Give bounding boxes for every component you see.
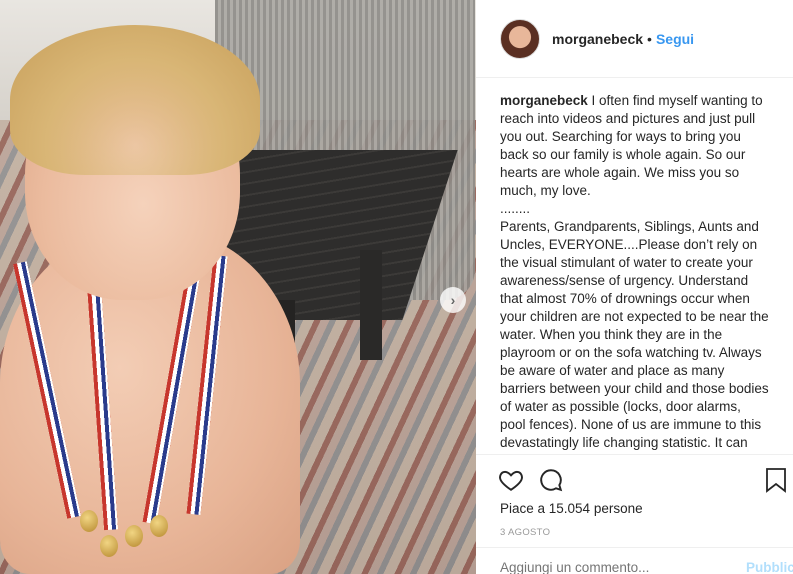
heart-icon[interactable] [498, 467, 526, 495]
photo-medal [125, 525, 143, 547]
next-photo-button[interactable]: › [440, 287, 466, 313]
comment-bar: Pubblica [476, 547, 793, 574]
chevron-right-icon: › [450, 292, 456, 308]
caption-text: I often find myself wanting to reach int… [500, 93, 769, 454]
separator-dot: • [647, 30, 652, 47]
likes-count[interactable]: Piace a 15.054 persone [500, 501, 643, 516]
photo-child-hair [10, 25, 260, 175]
comment-input[interactable] [500, 560, 720, 574]
post-photo: › [0, 0, 476, 574]
action-icons [498, 467, 788, 495]
avatar[interactable] [500, 18, 540, 59]
publish-button[interactable]: Pubblica [746, 560, 793, 574]
follow-button[interactable]: Segui [656, 31, 694, 47]
photo-medal [100, 535, 118, 557]
caption-username[interactable]: morganebeck [500, 93, 588, 108]
post-side-panel: morganebeck • Segui morganebeck I often … [476, 0, 793, 574]
photo-medal [80, 510, 98, 532]
bookmark-icon[interactable] [764, 467, 792, 495]
comment-icon[interactable] [538, 467, 566, 495]
post-actions: Piace a 15.054 persone 3 AGOSTO Pubblica [476, 454, 793, 574]
post-username[interactable]: morganebeck [552, 31, 643, 47]
photo-medal [150, 515, 168, 537]
photo-table-leg [360, 250, 382, 360]
post-caption: morganebeck I often find myself wanting … [500, 92, 770, 454]
post-header: morganebeck • Segui [476, 0, 793, 78]
post-date: 3 AGOSTO [500, 527, 551, 538]
